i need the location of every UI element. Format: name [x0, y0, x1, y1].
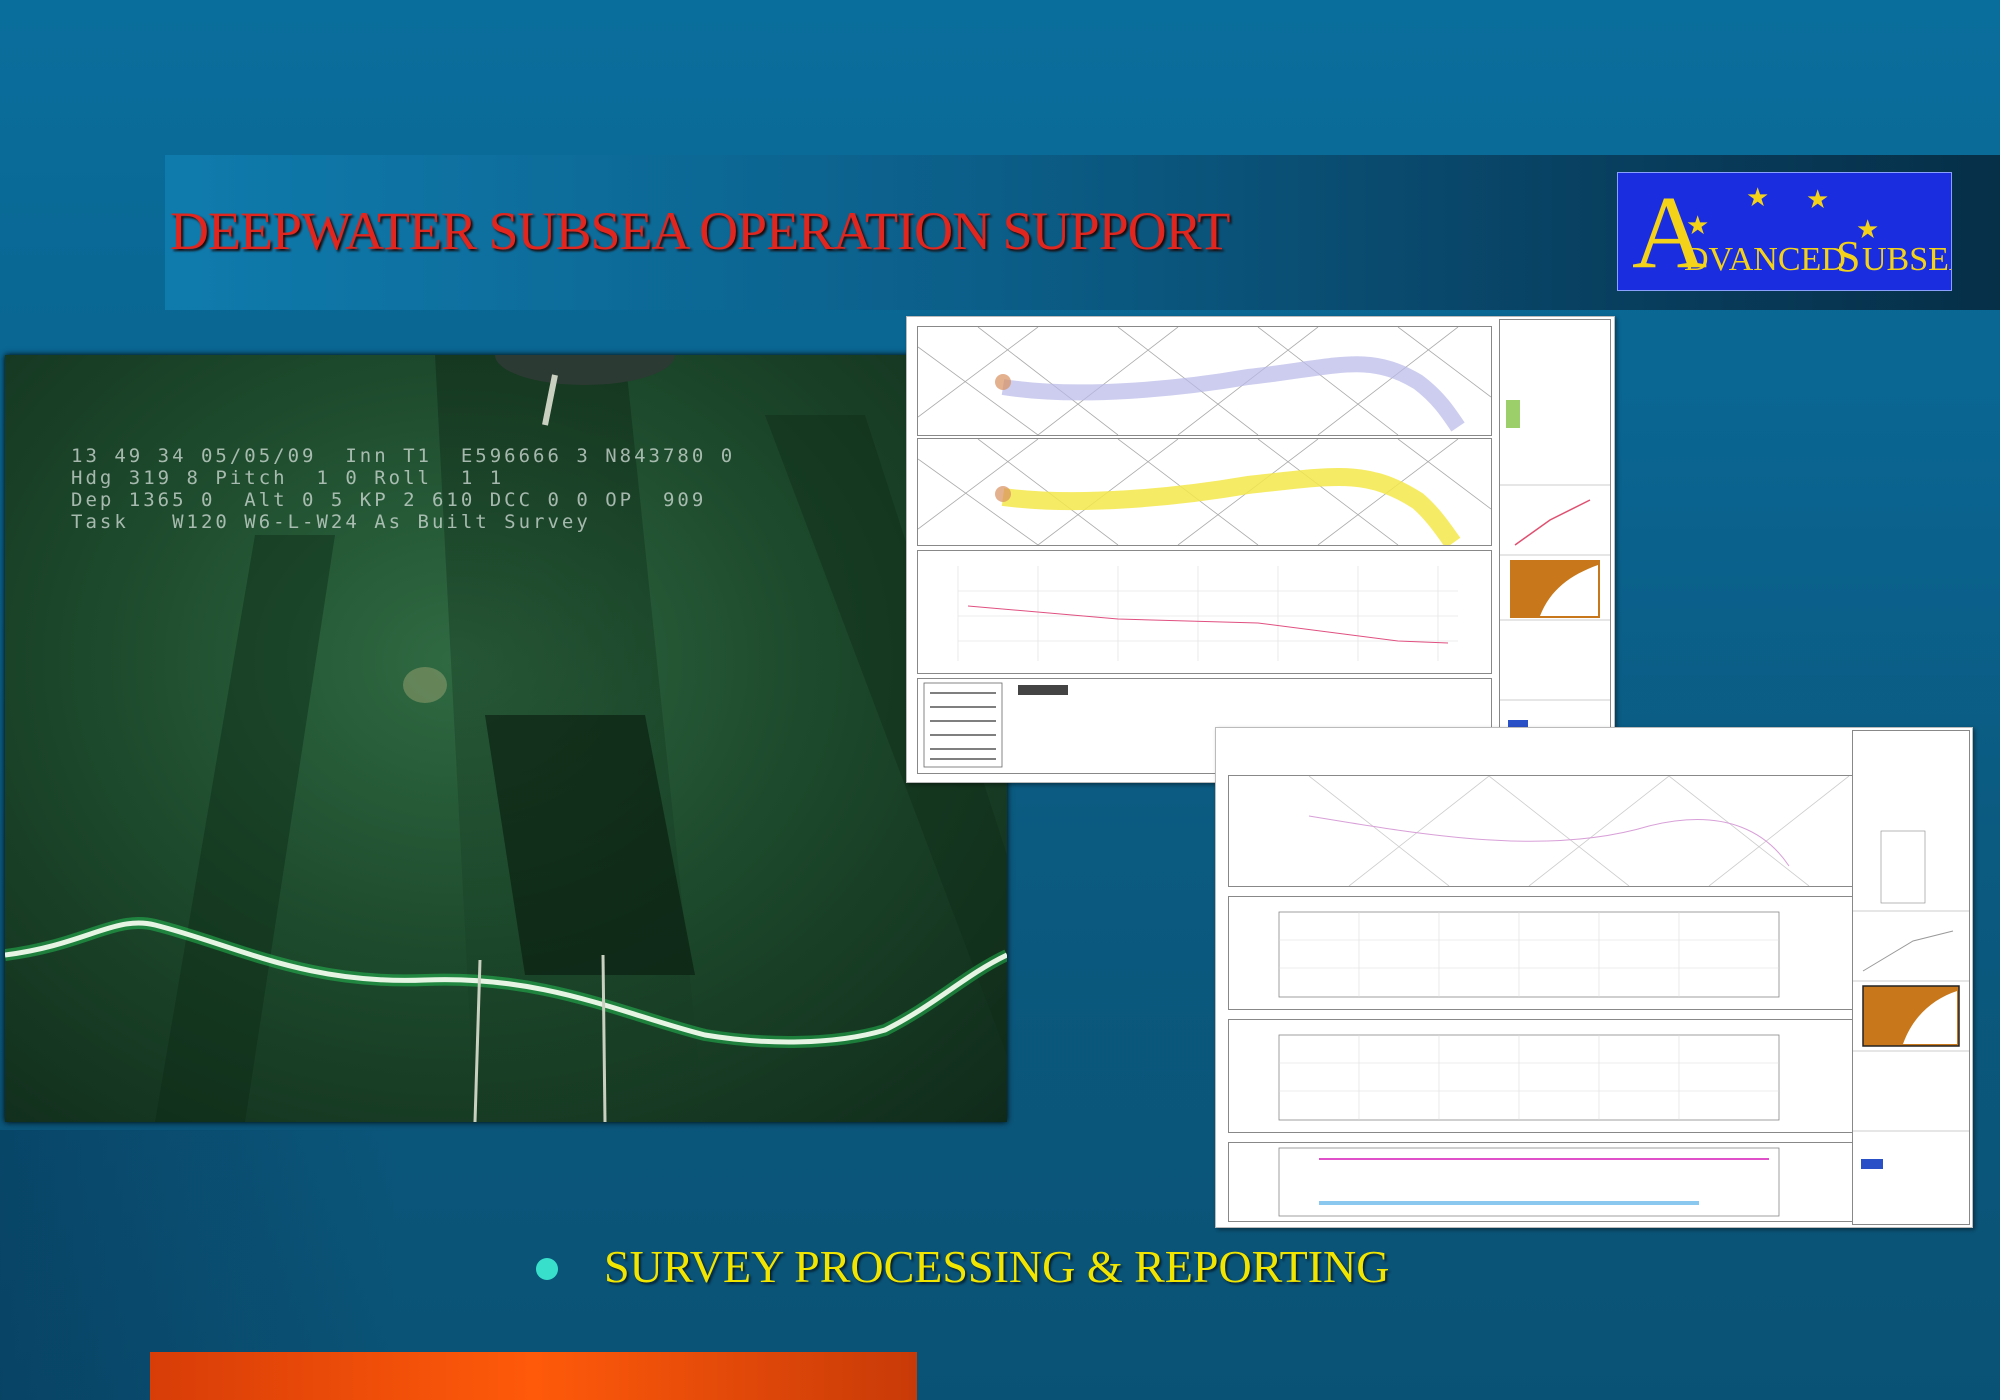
plan-view-panel: [917, 326, 1492, 436]
logo-word2-initial: S: [1836, 232, 1861, 281]
advanced-subsea-logo: ★ ★ ★ ★ A DVANCED S UBSEA: [1617, 172, 1952, 291]
footer-accent-bar: [150, 1352, 917, 1400]
star-icon: ★: [1806, 185, 1830, 214]
telemetry-line: Dep 1365 0 Alt 0 5 KP 2 610 DCC 0 0 OP 9…: [71, 489, 707, 511]
title-block-drawing: [1500, 400, 1610, 728]
route-panel: [1228, 775, 1860, 887]
telemetry-line: 13 49 34 05/05/09 Inn T1 E596666 3 N8437…: [71, 445, 736, 467]
telemetry-line: Hdg 319 8 Pitch 1 0 Roll 1 1: [71, 467, 505, 489]
chart-panel-2: [1228, 1019, 1860, 1133]
route-drawing: [1308, 775, 1850, 887]
title-block-2-drawing: [1853, 830, 1969, 1169]
depth-profile-panel: [917, 550, 1492, 674]
logo-word1: DVANCED: [1684, 241, 1846, 278]
event-drawing: [1278, 1147, 1780, 1217]
slide-title: DEEPWATER SUBSEA OPERATION SUPPORT: [170, 201, 1230, 261]
plan-view-drawing: [917, 326, 1492, 436]
telemetry-overlay: 13 49 34 05/05/09 Inn T1 E596666 3 N8437…: [71, 445, 735, 533]
bullet-text: SURVEY PROCESSING & REPORTING: [604, 1241, 1390, 1292]
chart-panel-1: [1228, 896, 1860, 1010]
rov-video-frame: 13 49 34 05/05/09 Inn T1 E596666 3 N8437…: [5, 355, 1007, 1122]
survey-chart-sheet-2: [1215, 727, 1973, 1228]
profile-view-drawing: [917, 438, 1492, 549]
event-panel: [1228, 1142, 1860, 1222]
survey-chart-sheet-1: [906, 316, 1615, 783]
telemetry-line: Task W120 W6-L-W24 As Built Survey: [71, 511, 591, 533]
title-block: [1499, 319, 1611, 779]
profile-view-panel: [917, 438, 1492, 549]
depth-profile-drawing: [957, 566, 1458, 661]
chart-grid-1: [1278, 911, 1780, 998]
chart-grid-2: [1278, 1034, 1780, 1121]
title-block-2: [1852, 730, 1970, 1225]
slide: { "slide": { "title": "DEEPWATER SUBSEA …: [0, 0, 2000, 1400]
star-icon: ★: [1746, 183, 1770, 212]
logo-word2: UBSEA: [1862, 241, 1951, 278]
bullet-dot: [536, 1258, 558, 1280]
